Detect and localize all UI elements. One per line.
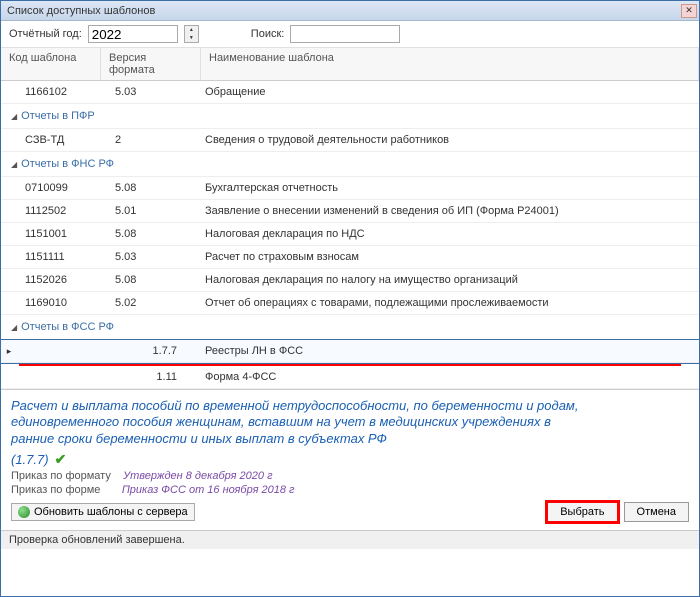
window-title: Список доступных шаблонов — [7, 5, 155, 17]
close-button[interactable]: ✕ — [681, 4, 697, 18]
chevron-down-icon: ◢ — [11, 323, 17, 332]
table-row[interactable]: 0710099 5.08 Бухгалтерская отчетность — [1, 177, 699, 200]
table-row[interactable]: 1152026 5.08 Налоговая декларация по нал… — [1, 269, 699, 292]
select-button[interactable]: Выбрать — [547, 502, 617, 522]
table-row-selected[interactable]: ▸ 1.7.7 Реестры ЛН в ФСС — [1, 340, 699, 363]
grid-header: Код шаблона Версия формата Наименование … — [1, 48, 699, 81]
table-row[interactable]: 1.11 Форма 4-ФСС — [1, 366, 699, 389]
search-input[interactable] — [290, 25, 400, 43]
table-row[interactable]: 1151001 5.08 Налоговая декларация по НДС — [1, 223, 699, 246]
spinner-down-icon[interactable]: ▼ — [185, 34, 198, 42]
col-header-version[interactable]: Версия формата — [101, 48, 201, 80]
cancel-button[interactable]: Отмена — [624, 502, 689, 522]
grid-body: 1166102 5.03 Обращение ◢ Отчеты в ПФР СЗ… — [1, 81, 699, 389]
form-order-link[interactable]: Приказ ФСС от 16 ноября 2018 г — [122, 484, 295, 496]
group-row-fns[interactable]: ◢ Отчеты в ФНС РФ — [1, 152, 699, 177]
col-header-name[interactable]: Наименование шаблона — [201, 48, 699, 80]
table-row[interactable]: 1166102 5.03 Обращение — [1, 81, 699, 104]
form-order-line: Приказ по форме Приказ ФСС от 16 ноября … — [11, 484, 689, 496]
group-row-pfr[interactable]: ◢ Отчеты в ПФР — [1, 104, 699, 129]
year-label: Отчётный год: — [9, 28, 82, 40]
row-indicator-icon: ▸ — [1, 340, 17, 362]
detail-panel: Расчет и выплата пособий по временной не… — [1, 390, 699, 530]
year-input[interactable] — [88, 25, 178, 43]
table-row[interactable]: 1112502 5.01 Заявление о внесении измене… — [1, 200, 699, 223]
group-row-fss[interactable]: ◢ Отчеты в ФСС РФ — [1, 315, 699, 340]
spinner-up-icon[interactable]: ▲ — [185, 26, 198, 34]
update-templates-button[interactable]: Обновить шаблоны с сервера — [11, 503, 195, 521]
table-row[interactable]: 1169010 5.02 Отчет об операциях с товара… — [1, 292, 699, 315]
status-bar: Проверка обновлений завершена. — [1, 530, 699, 549]
chevron-down-icon: ◢ — [11, 160, 17, 169]
col-header-code[interactable]: Код шаблона — [1, 48, 101, 80]
chevron-down-icon: ◢ — [11, 112, 17, 121]
table-row[interactable]: 1151111 5.03 Расчет по страховым взносам — [1, 246, 699, 269]
template-description: Расчет и выплата пособий по временной не… — [11, 398, 689, 447]
format-order-line: Приказ по формату Утвержден 8 декабря 20… — [11, 470, 689, 482]
format-order-link[interactable]: Утвержден 8 декабря 2020 г — [123, 470, 272, 482]
close-icon: ✕ — [685, 5, 693, 16]
template-version: (1.7.7) — [11, 452, 49, 467]
filter-bar: Отчётный год: ▲ ▼ Поиск: — [1, 21, 699, 48]
grid: Код шаблона Версия формата Наименование … — [1, 48, 699, 390]
titlebar: Список доступных шаблонов ✕ — [1, 1, 699, 21]
year-spinner[interactable]: ▲ ▼ — [184, 25, 199, 43]
check-icon: ✔ — [55, 451, 67, 468]
table-row[interactable]: СЗВ-ТД 2 Сведения о трудовой деятельност… — [1, 129, 699, 152]
search-label: Поиск: — [251, 28, 285, 40]
globe-icon — [18, 506, 30, 518]
